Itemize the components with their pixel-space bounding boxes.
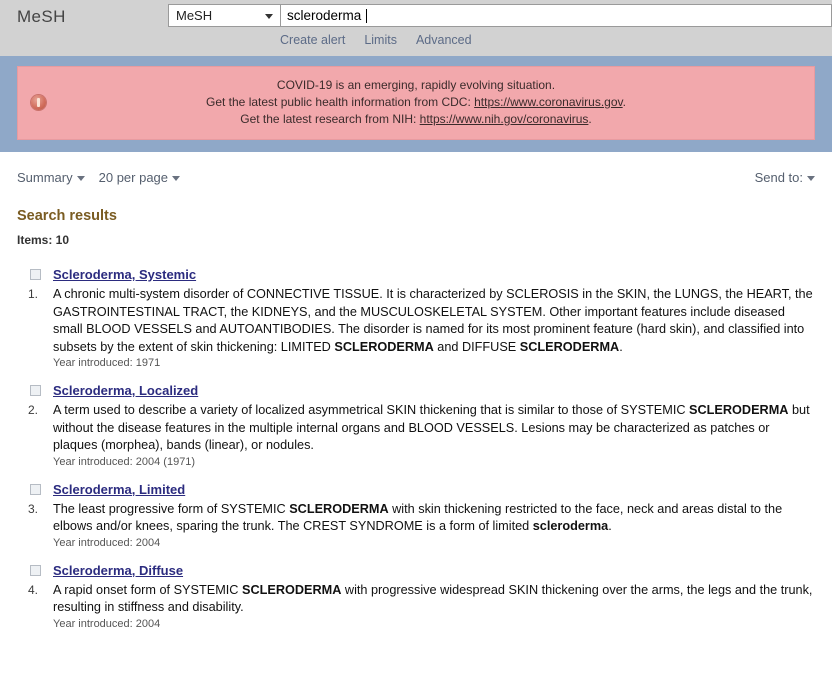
- covid-line-3-suffix: .: [588, 112, 592, 126]
- result-description: A chronic multi-system disorder of CONNE…: [53, 287, 813, 354]
- display-settings-bar: Summary 20 per page Send to:: [17, 170, 815, 185]
- search-input[interactable]: scleroderma: [280, 4, 832, 27]
- result-description: The least progressive form of SYSTEMIC S…: [53, 501, 783, 534]
- result-description: A term used to describe a variety of loc…: [53, 403, 810, 452]
- result-number: 4.: [28, 582, 39, 597]
- chevron-down-icon: [807, 176, 815, 182]
- result-year-introduced: Year introduced: 1971: [53, 357, 161, 369]
- result-checkbox[interactable]: [30, 269, 41, 280]
- send-to-dropdown-label: Send to:: [754, 170, 803, 185]
- covid-line-3-prefix: Get the latest research from NIH:: [240, 112, 420, 126]
- per-page-dropdown-label: 20 per page: [98, 170, 169, 185]
- format-dropdown[interactable]: Summary: [17, 170, 85, 185]
- covid-line-2-suffix: .: [622, 95, 626, 109]
- result-item: 1. Scleroderma, Systemic A chronic multi…: [17, 267, 815, 369]
- result-year-introduced: Year introduced: 2004 (1971): [53, 455, 196, 468]
- database-select[interactable]: MeSH: [168, 4, 280, 27]
- per-page-dropdown[interactable]: 20 per page: [98, 170, 181, 185]
- search-options-links: Create alert Limits Advanced: [280, 33, 472, 47]
- result-checkbox[interactable]: [30, 564, 41, 576]
- site-header: MeSH MeSH scleroderma Create alert Limit…: [0, 0, 832, 56]
- result-year-introduced: Year introduced: 2004: [53, 617, 161, 630]
- cdc-link[interactable]: https://www.coronavirus.gov: [474, 95, 623, 109]
- text-cursor: [366, 8, 368, 23]
- database-select-value: MeSH: [176, 8, 213, 23]
- covid-line-1: COVID-19 is an emerging, rapidly evolvin…: [276, 78, 556, 92]
- covid-alert-banner: COVID-19 is an emerging, rapidly evolvin…: [17, 66, 815, 140]
- page-title: Search results: [17, 208, 117, 224]
- banner-band: COVID-19 is an emerging, rapidly evolvin…: [0, 56, 832, 152]
- create-alert-link[interactable]: Create alert: [280, 33, 345, 47]
- covid-line-3: Get the latest research from NIH: https:…: [28, 111, 804, 128]
- search-bar: MeSH scleroderma: [168, 4, 832, 28]
- limits-link[interactable]: Limits: [364, 33, 397, 47]
- result-title-link[interactable]: Scleroderma, Diffuse: [53, 563, 183, 579]
- result-number: 1.: [28, 287, 39, 301]
- result-checkbox[interactable]: [30, 385, 41, 396]
- result-item: 2. Scleroderma, Localized A term used to…: [17, 383, 815, 468]
- result-year-introduced: Year introduced: 2004: [53, 536, 161, 549]
- result-number: 2.: [28, 403, 39, 417]
- format-dropdown-label: Summary: [17, 170, 73, 185]
- send-to-dropdown[interactable]: Send to:: [755, 170, 815, 185]
- chevron-down-icon: [76, 176, 85, 182]
- band-spacer: [0, 152, 832, 161]
- chevron-down-icon: [265, 13, 273, 19]
- search-results-list: 1. Scleroderma, Systemic A chronic multi…: [17, 267, 815, 630]
- result-title-link[interactable]: Scleroderma, Systemic: [53, 267, 196, 283]
- main-content: Summary 20 per page Send to: Search resu…: [0, 170, 832, 630]
- result-number: 3.: [28, 501, 39, 516]
- result-description: A rapid onset form of SYSTEMIC SCLERODER…: [53, 582, 813, 615]
- advanced-link[interactable]: Advanced: [416, 33, 472, 47]
- display-settings-left: Summary 20 per page: [17, 170, 181, 185]
- result-item: 4. Scleroderma, Diffuse A rapid onset fo…: [17, 563, 815, 630]
- chevron-down-icon: [172, 176, 181, 182]
- result-checkbox[interactable]: [30, 483, 41, 495]
- result-title-link[interactable]: Scleroderma, Limited: [53, 482, 185, 498]
- covid-line-2-prefix: Get the latest public health information…: [206, 95, 475, 109]
- nih-link[interactable]: https://www.nih.gov/coronavirus: [420, 112, 589, 126]
- covid-line-2: Get the latest public health information…: [28, 94, 804, 111]
- alert-icon: [31, 95, 46, 110]
- result-item: 3. Scleroderma, Limited The least progre…: [17, 482, 815, 549]
- items-count: Items: 10: [17, 233, 70, 247]
- site-logo: MeSH: [17, 7, 66, 26]
- result-title-link[interactable]: Scleroderma, Localized: [53, 383, 198, 399]
- covid-alert-text: COVID-19 is an emerging, rapidly evolvin…: [28, 77, 804, 128]
- search-input-value: scleroderma: [287, 8, 362, 23]
